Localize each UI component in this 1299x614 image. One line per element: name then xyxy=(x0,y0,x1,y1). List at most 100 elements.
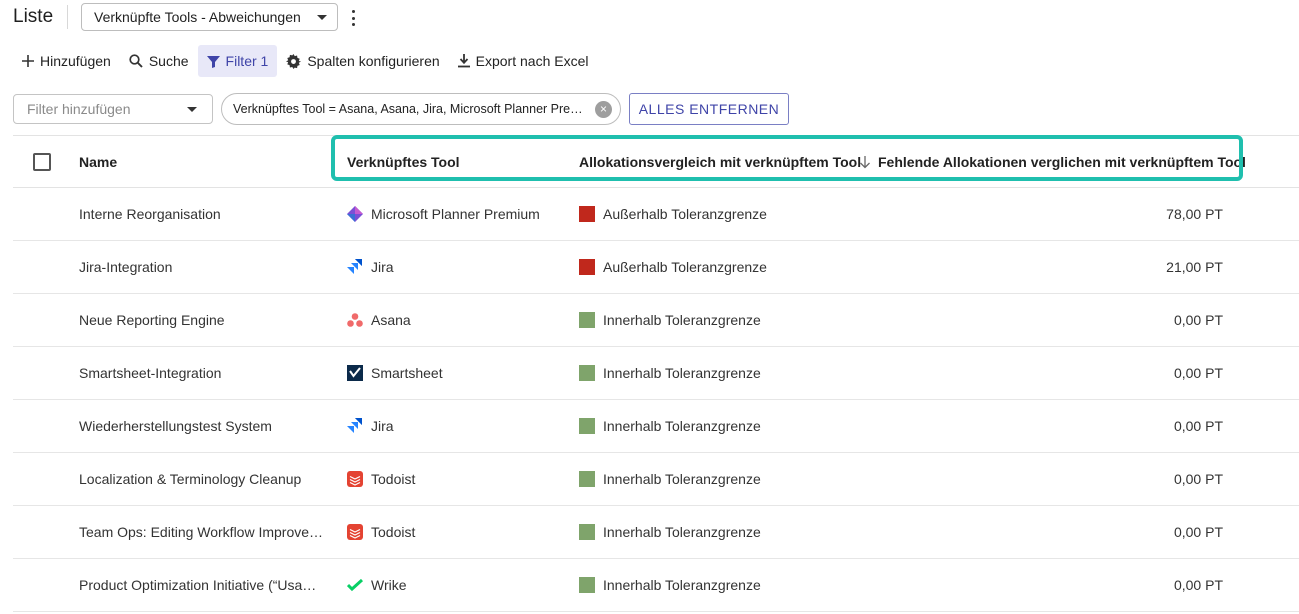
todoist-icon xyxy=(347,471,363,487)
row-status-label: Innerhalb Toleranzgrenze xyxy=(603,365,761,381)
column-header-missing[interactable]: Fehlende Allokationen verglichen mit ver… xyxy=(859,136,1246,188)
row-name-label: Smartsheet-Integration xyxy=(79,365,222,381)
download-icon xyxy=(457,54,470,68)
row-status-label: Innerhalb Toleranzgrenze xyxy=(603,577,761,593)
add-button[interactable]: Hinzufügen xyxy=(13,45,120,77)
configure-columns-button[interactable]: Spalten konfigurieren xyxy=(277,45,448,77)
title-bar: Liste Verknüpfte Tools - Abweichungen xyxy=(0,0,1299,36)
row-missing: 0,00 PT xyxy=(1173,365,1223,381)
row-tool-label: Wrike xyxy=(371,577,407,593)
row-tool-label: Todoist xyxy=(371,524,416,540)
row-tool: Asana xyxy=(347,294,411,346)
table-row[interactable]: Localization & Terminology Cleanup Todois… xyxy=(13,453,1299,506)
row-missing: 21,00 PT xyxy=(1166,259,1223,275)
row-name[interactable]: Jira-Integration xyxy=(79,241,325,293)
status-swatch xyxy=(579,418,595,434)
row-status-label: Außerhalb Toleranzgrenze xyxy=(603,206,767,222)
column-header-comparison[interactable]: Allokationsvergleich mit verknüpftem Too… xyxy=(579,136,861,188)
sort-descending-icon[interactable] xyxy=(859,155,871,169)
table-header: Name Verknüpftes Tool Allokationsverglei… xyxy=(13,135,1299,188)
row-tool-label: Jira xyxy=(371,418,394,434)
add-button-label: Hinzufügen xyxy=(40,53,111,69)
close-icon[interactable]: × xyxy=(595,101,612,118)
page-title: Liste xyxy=(13,6,54,27)
table-row[interactable]: Jira-Integration Jira Außerhalb Toleranzgr… xyxy=(13,241,1299,294)
row-status-label: Innerhalb Toleranzgrenze xyxy=(603,418,761,434)
table-row[interactable]: Wiederherstellungstest System Jira Innerha… xyxy=(13,400,1299,453)
row-tool-label: Smartsheet xyxy=(371,365,443,381)
select-all-checkbox[interactable] xyxy=(33,153,51,171)
column-header-missing-label: Fehlende Allokationen verglichen mit ver… xyxy=(878,154,1246,170)
row-tool: Jira xyxy=(347,241,394,293)
asana-icon xyxy=(347,312,363,328)
row-name-label: Product Optimization Initiative (“Usa… xyxy=(79,577,317,593)
status-swatch xyxy=(579,471,595,487)
filter-chip-label: Verknüpftes Tool = Asana, Asana, Jira, M… xyxy=(233,102,585,116)
jira-icon xyxy=(347,418,363,434)
row-tool-label: Todoist xyxy=(371,471,416,487)
table-row[interactable]: Interne Reorganisation Microsoft Planner … xyxy=(13,188,1299,241)
row-name-label: Team Ops: Editing Workflow Improve… xyxy=(79,524,324,540)
row-tool-label: Jira xyxy=(371,259,394,275)
jira-icon xyxy=(347,259,363,275)
row-missing: 0,00 PT xyxy=(1173,312,1223,328)
column-header-tool[interactable]: Verknüpftes Tool xyxy=(347,136,460,188)
row-tool: Jira xyxy=(347,400,394,452)
row-status-label: Innerhalb Toleranzgrenze xyxy=(603,524,761,540)
row-name[interactable]: Wiederherstellungstest System xyxy=(79,400,325,452)
row-missing: 0,00 PT xyxy=(1173,418,1223,434)
view-select-label: Verknüpfte Tools - Abweichungen xyxy=(94,9,301,25)
row-name[interactable]: Product Optimization Initiative (“Usa… xyxy=(79,559,325,611)
filter-button-label: Filter 1 xyxy=(225,53,269,69)
table-row[interactable]: Team Ops: Editing Workflow Improve… Todoi… xyxy=(13,506,1299,559)
chevron-down-icon xyxy=(187,107,197,112)
row-name-label: Localization & Terminology Cleanup xyxy=(79,471,302,487)
row-status: Innerhalb Toleranzgrenze xyxy=(579,294,761,346)
row-missing: 0,00 PT xyxy=(1173,524,1223,540)
row-status: Innerhalb Toleranzgrenze xyxy=(579,559,761,611)
row-status-label: Außerhalb Toleranzgrenze xyxy=(603,259,767,275)
toolbar: Hinzufügen Suche Filter 1 Spalten konfig… xyxy=(13,45,597,77)
status-swatch xyxy=(579,206,595,222)
more-options-icon[interactable] xyxy=(347,8,359,28)
filter-button[interactable]: Filter 1 xyxy=(197,45,278,77)
row-name[interactable]: Neue Reporting Engine xyxy=(79,294,325,346)
smartsheet-icon xyxy=(347,365,363,381)
clear-all-filters-button[interactable]: ALLES ENTFERNEN xyxy=(629,93,789,125)
row-tool: Smartsheet xyxy=(347,347,443,399)
row-name[interactable]: Localization & Terminology Cleanup xyxy=(79,453,325,505)
row-tool: Microsoft Planner Premium xyxy=(347,188,540,240)
row-status: Innerhalb Toleranzgrenze xyxy=(579,400,761,452)
row-status-label: Innerhalb Toleranzgrenze xyxy=(603,471,761,487)
row-status: Innerhalb Toleranzgrenze xyxy=(579,506,761,558)
add-filter-select[interactable]: Filter hinzufügen xyxy=(13,94,213,124)
column-header-name[interactable]: Name xyxy=(79,136,117,188)
search-button[interactable]: Suche xyxy=(120,45,198,77)
view-select[interactable]: Verknüpfte Tools - Abweichungen xyxy=(81,3,338,31)
todoist-icon xyxy=(347,524,363,540)
row-tool: Todoist xyxy=(347,453,415,505)
table-row[interactable]: Product Optimization Initiative (“Usa… Wr… xyxy=(13,559,1299,612)
row-name-label: Interne Reorganisation xyxy=(79,206,221,222)
configure-columns-label: Spalten konfigurieren xyxy=(307,53,440,69)
row-status: Außerhalb Toleranzgrenze xyxy=(579,241,767,293)
row-status-label: Innerhalb Toleranzgrenze xyxy=(603,312,761,328)
row-name[interactable]: Interne Reorganisation xyxy=(79,188,325,240)
planner-icon xyxy=(347,206,363,222)
gear-icon xyxy=(286,53,302,69)
export-excel-button[interactable]: Export nach Excel xyxy=(449,45,598,77)
plus-icon xyxy=(22,55,34,67)
row-tool: Wrike xyxy=(346,559,407,611)
row-missing: 0,00 PT xyxy=(1173,577,1223,593)
table-row[interactable]: Smartsheet-Integration Smartsheet Innerhal… xyxy=(13,347,1299,400)
table-row[interactable]: Neue Reporting Engine Asana Innerhalb Tole… xyxy=(13,294,1299,347)
row-name-label: Jira-Integration xyxy=(79,259,173,275)
row-name[interactable]: Smartsheet-Integration xyxy=(79,347,325,399)
add-filter-placeholder: Filter hinzufügen xyxy=(27,101,131,117)
row-name[interactable]: Team Ops: Editing Workflow Improve… xyxy=(79,506,325,558)
filter-chip[interactable]: Verknüpftes Tool = Asana, Asana, Jira, M… xyxy=(221,93,621,125)
row-name-label: Wiederherstellungstest System xyxy=(79,418,272,434)
row-status: Innerhalb Toleranzgrenze xyxy=(579,453,761,505)
search-icon xyxy=(129,54,143,68)
status-swatch xyxy=(579,577,595,593)
